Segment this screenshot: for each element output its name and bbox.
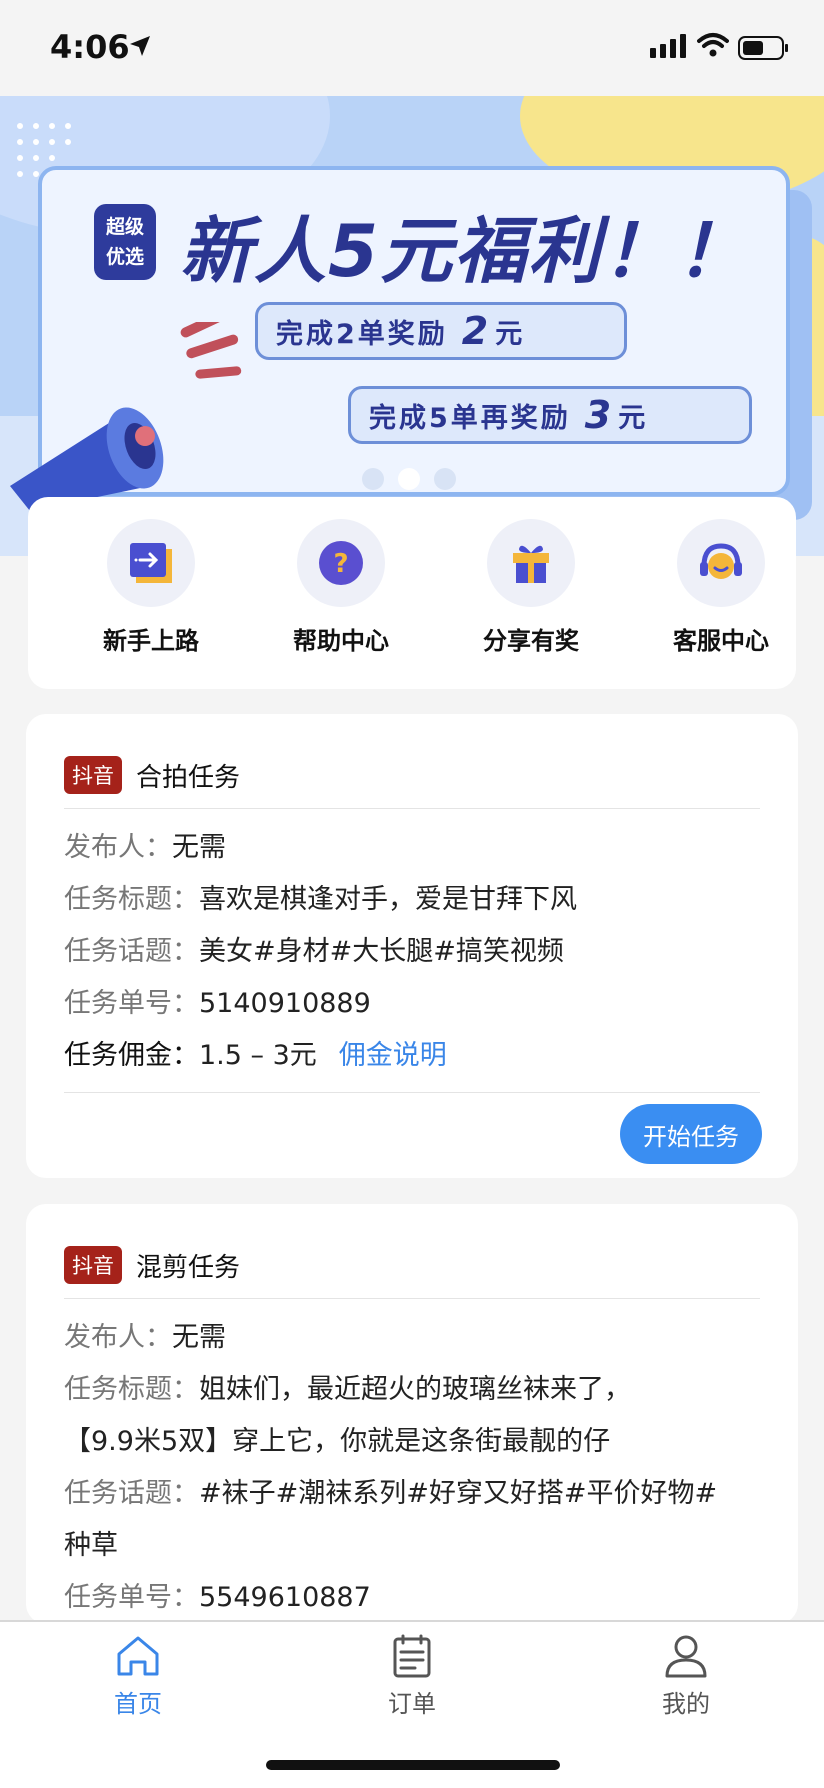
topic-value-line-1: #袜子#潮袜系列#好穿又好搭#平价好物# [199, 1478, 718, 1509]
topic-value: 美女#身材#大长腿#搞笑视频 [199, 936, 564, 967]
bubble-1-text: 完成2单奖励 [276, 318, 448, 350]
quick-icon-circle: ? [297, 519, 385, 607]
gift-icon [513, 545, 549, 583]
tab-home[interactable]: 首页 [78, 1634, 198, 1719]
carousel-dot[interactable] [362, 468, 384, 490]
tab-orders[interactable]: 订单 [352, 1634, 472, 1719]
topic-row: 任务话题：#袜子#潮袜系列#好穿又好搭#平价好物# [64, 1468, 768, 1520]
quick-newbie-guide[interactable]: 新手上路 [76, 519, 226, 656]
platform-tag: 抖音 [64, 1246, 122, 1284]
topic-value-line-2: 种草 [64, 1530, 118, 1561]
commission-info-link[interactable]: 佣金说明 [339, 1040, 447, 1071]
quick-share-reward[interactable]: 分享有奖 [456, 519, 606, 656]
quick-help-center[interactable]: ? 帮助中心 [266, 519, 416, 656]
quick-label: 分享有奖 [483, 627, 579, 655]
title-value-line-1: 姐妹们，最近超火的玻璃丝袜来了， [199, 1374, 631, 1405]
number-row: 任务单号：5140910889 [64, 978, 768, 1030]
number-label: 任务单号： [64, 988, 199, 1019]
task-header: 抖音 合拍任务 [64, 756, 240, 794]
task-type: 混剪任务 [136, 1252, 241, 1283]
quick-label: 新手上路 [103, 627, 199, 655]
quick-label: 客服中心 [673, 627, 769, 655]
number-label: 任务单号： [64, 1582, 199, 1613]
publisher-row: 发布人：无需 [64, 1312, 768, 1364]
bubble-1-unit: 元 [495, 318, 526, 350]
publisher-value: 无需 [172, 1322, 226, 1353]
orders-icon [393, 1634, 431, 1678]
publisher-label: 发布人： [64, 1322, 172, 1353]
task-type: 合拍任务 [136, 762, 241, 793]
banner-title: 新人5元福利！！ [180, 209, 751, 293]
login-arrow-icon [130, 543, 172, 583]
number-value: 5549610887 [199, 1582, 371, 1613]
title-row: 任务标题：喜欢是棋逢对手，爱是甘拜下风 [64, 874, 768, 926]
task-header: 抖音 混剪任务 [64, 1246, 240, 1284]
topic-row-continued: 种草 [64, 1520, 768, 1572]
topic-label: 任务话题： [64, 1478, 199, 1509]
status-bar: 4:06 [0, 0, 824, 96]
banner-sparks-icon [180, 322, 242, 379]
task-card[interactable]: 抖音 合拍任务 发布人：无需 任务标题：喜欢是棋逢对手，爱是甘拜下风 任务话题：… [26, 714, 798, 1178]
banner-badge: 超级 优选 [94, 204, 156, 280]
bubble-2-amount: 3 [584, 393, 615, 437]
topic-label: 任务话题： [64, 936, 199, 967]
quick-customer-service[interactable]: 客服中心 [646, 519, 796, 656]
title-row: 任务标题：姐妹们，最近超火的玻璃丝袜来了， [64, 1364, 768, 1416]
carousel-dots[interactable] [362, 468, 456, 490]
number-value: 5140910889 [199, 988, 371, 1019]
bubble-1-amount: 2 [461, 309, 492, 353]
title-value: 喜欢是棋逢对手，爱是甘拜下风 [199, 884, 577, 915]
commission-value: 1.5 – 3元 [199, 1040, 317, 1071]
banner-bubble-2: 完成5单再奖励 3 元 [348, 386, 752, 444]
carousel-dot[interactable] [434, 468, 456, 490]
task-card[interactable]: 抖音 混剪任务 发布人：无需 任务标题：姐妹们，最近超火的玻璃丝袜来了， 【9.… [26, 1204, 798, 1624]
divider [64, 808, 760, 809]
title-row-continued: 【9.9米5双】穿上它，你就是这条街最靓的仔 [64, 1416, 768, 1468]
bubble-2-text: 完成5单再奖励 [369, 402, 571, 434]
commission-label: 任务佣金： [64, 1040, 199, 1071]
title-label: 任务标题： [64, 884, 199, 915]
wifi-icon [697, 33, 729, 57]
quick-icon-circle [677, 519, 765, 607]
tab-label: 首页 [114, 1690, 162, 1718]
title-value-line-2: 【9.9米5双】穿上它，你就是这条街最靓的仔 [64, 1426, 611, 1457]
number-row: 任务单号：5549610887 [64, 1572, 768, 1624]
publisher-value: 无需 [172, 832, 226, 863]
banner-bubble-1: 完成2单奖励 2 元 [255, 302, 627, 360]
battery-icon [738, 36, 788, 60]
question-icon: ? [319, 541, 363, 585]
quick-icon-circle [487, 519, 575, 607]
platform-tag: 抖音 [64, 756, 122, 794]
profile-icon [665, 1635, 707, 1678]
quick-icon-circle [107, 519, 195, 607]
tab-label: 订单 [388, 1690, 436, 1718]
cellular-signal-icon [650, 34, 686, 58]
promo-banner[interactable]: 超级 优选 新人5元福利！！ 完成2单奖励 2 元 完成5单再奖励 3 元 [0, 96, 824, 556]
divider [64, 1092, 760, 1093]
svg-text:?: ? [333, 549, 348, 579]
carousel-dot-active[interactable] [398, 468, 420, 490]
bubble-2-unit: 元 [618, 402, 649, 434]
publisher-row: 发布人：无需 [64, 822, 768, 874]
megaphone-icon [10, 407, 164, 511]
divider [64, 1298, 760, 1299]
topic-row: 任务话题：美女#身材#大长腿#搞笑视频 [64, 926, 768, 978]
title-label: 任务标题： [64, 1374, 199, 1405]
location-arrow-icon [130, 36, 150, 56]
badge-line-2: 优选 [105, 246, 144, 268]
home-icon [117, 1636, 159, 1676]
headset-icon [700, 543, 742, 579]
start-task-button[interactable]: 开始任务 [620, 1104, 762, 1164]
tab-profile[interactable]: 我的 [626, 1634, 746, 1719]
home-indicator[interactable] [266, 1760, 560, 1770]
badge-line-1: 超级 [105, 216, 144, 238]
publisher-label: 发布人： [64, 832, 172, 863]
commission-row: 任务佣金：1.5 – 3元 佣金说明 [64, 1030, 768, 1082]
quick-actions-card: 新手上路 ? 帮助中心 分享有奖 客服中心 [28, 497, 796, 689]
tab-label: 我的 [662, 1690, 710, 1718]
quick-label: 帮助中心 [293, 627, 389, 655]
status-time: 4:06 [50, 28, 130, 66]
